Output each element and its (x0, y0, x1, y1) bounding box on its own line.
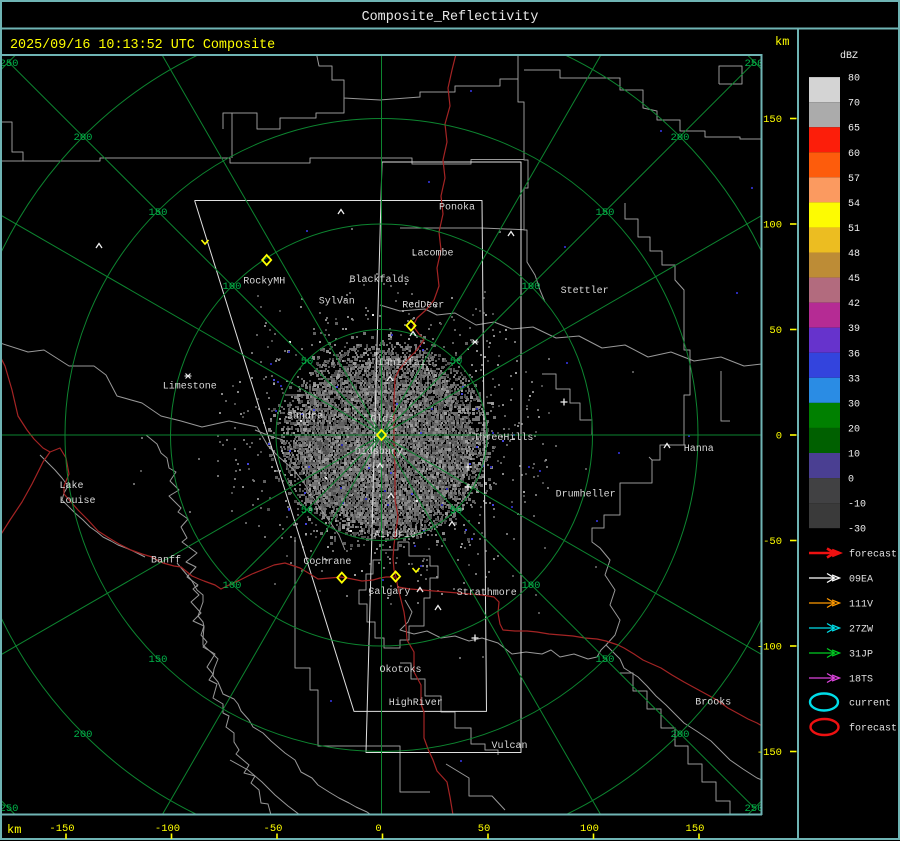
svg-text:50: 50 (301, 356, 314, 368)
svg-text:200: 200 (671, 729, 690, 741)
svg-text:Limestone: Limestone (163, 381, 217, 393)
svg-text:-100: -100 (757, 642, 782, 654)
svg-text:Didsbury: Didsbury (355, 446, 403, 458)
svg-text:70: 70 (848, 99, 860, 110)
svg-text:Sylvan: Sylvan (319, 296, 355, 308)
svg-text:-150: -150 (49, 823, 74, 835)
svg-text:Calgary: Calgary (368, 586, 410, 598)
svg-text:current: current (849, 699, 891, 710)
svg-text:Stettler: Stettler (561, 285, 609, 297)
svg-text:250: 250 (0, 803, 18, 815)
svg-text:Sundre: Sundre (287, 410, 323, 422)
svg-text:31JP: 31JP (849, 650, 873, 661)
svg-text:Lake: Lake (60, 480, 84, 492)
svg-text:2025/09/16 10:13:52 UTC Compos: 2025/09/16 10:13:52 UTC Composite (10, 38, 275, 53)
svg-text:39: 39 (848, 324, 860, 335)
svg-text:30: 30 (848, 399, 860, 410)
svg-text:Innisfail: Innisfail (378, 357, 432, 369)
svg-text:51: 51 (848, 224, 860, 235)
svg-text:18TS: 18TS (849, 675, 873, 686)
svg-text:20: 20 (848, 424, 860, 435)
svg-text:HighRiver: HighRiver (389, 697, 443, 709)
svg-text:80: 80 (848, 74, 860, 85)
svg-text:200: 200 (671, 132, 690, 144)
svg-text:km: km (775, 35, 789, 49)
svg-text:-150: -150 (757, 747, 782, 759)
svg-text:100: 100 (522, 580, 541, 592)
svg-text:10: 10 (848, 450, 860, 461)
svg-text:200: 200 (74, 132, 93, 144)
svg-text:ThreeHills: ThreeHills (473, 432, 533, 444)
svg-text:60: 60 (848, 149, 860, 160)
svg-text:100: 100 (763, 220, 782, 232)
svg-text:45: 45 (848, 274, 860, 285)
svg-text:Banff: Banff (151, 555, 181, 567)
svg-text:42: 42 (848, 299, 860, 310)
svg-text:54: 54 (848, 199, 860, 210)
svg-text:-10: -10 (848, 500, 866, 511)
svg-text:-100: -100 (155, 823, 180, 835)
svg-text:Olds: Olds (370, 414, 394, 426)
svg-text:50: 50 (450, 356, 463, 368)
svg-text:100: 100 (580, 823, 599, 835)
svg-text:Cochrane: Cochrane (303, 556, 351, 568)
svg-text:150: 150 (596, 207, 615, 219)
svg-text:forecast: forecast (849, 723, 897, 735)
svg-text:111V: 111V (849, 600, 873, 611)
svg-text:Okotoks: Okotoks (380, 664, 422, 676)
svg-text:50: 50 (769, 325, 782, 337)
svg-text:100: 100 (223, 580, 242, 592)
svg-text:0: 0 (375, 823, 381, 835)
svg-text:RedDeer: RedDeer (402, 300, 444, 312)
svg-text:150: 150 (596, 654, 615, 666)
svg-text:Drumheller: Drumheller (556, 489, 616, 501)
svg-text:Hanna: Hanna (684, 444, 714, 455)
svg-text:Strathmore: Strathmore (457, 587, 517, 599)
svg-text:33: 33 (848, 374, 860, 385)
svg-text:27ZW: 27ZW (849, 625, 873, 636)
svg-text:36: 36 (848, 349, 860, 360)
svg-text:65: 65 (848, 124, 860, 135)
svg-text:150: 150 (763, 114, 782, 126)
svg-text:Ponoka: Ponoka (439, 202, 475, 214)
svg-text:-30: -30 (848, 525, 866, 536)
svg-text:150: 150 (686, 823, 705, 835)
svg-text:250: 250 (0, 58, 18, 70)
svg-text:RockyMH: RockyMH (243, 275, 285, 287)
svg-text:09EA: 09EA (849, 575, 873, 586)
svg-text:50: 50 (301, 505, 314, 517)
svg-text:-50: -50 (763, 536, 782, 548)
svg-text:48: 48 (848, 249, 860, 260)
svg-text:Vulcan: Vulcan (492, 740, 528, 752)
svg-text:200: 200 (74, 729, 93, 741)
svg-text:Louise: Louise (60, 495, 96, 507)
svg-text:100: 100 (223, 281, 242, 293)
svg-text:dBZ: dBZ (840, 50, 858, 62)
svg-text:50: 50 (450, 505, 463, 517)
svg-text:Composite_Reflectivity: Composite_Reflectivity (362, 10, 539, 25)
svg-text:0: 0 (848, 475, 854, 486)
svg-text:Airdrie: Airdrie (374, 529, 416, 541)
svg-text:-50: -50 (264, 823, 283, 835)
svg-text:57: 57 (848, 174, 860, 185)
svg-text:km: km (7, 823, 21, 837)
svg-text:forecast: forecast (849, 549, 897, 561)
svg-text:Lacombe: Lacombe (412, 248, 454, 260)
svg-text:150: 150 (149, 207, 168, 219)
svg-text:Blackfalds: Blackfalds (350, 274, 410, 286)
svg-text:50: 50 (478, 823, 491, 835)
svg-text:150: 150 (149, 654, 168, 666)
svg-text:0: 0 (776, 431, 782, 443)
svg-text:100: 100 (522, 281, 541, 293)
svg-text:Brooks: Brooks (695, 697, 731, 709)
